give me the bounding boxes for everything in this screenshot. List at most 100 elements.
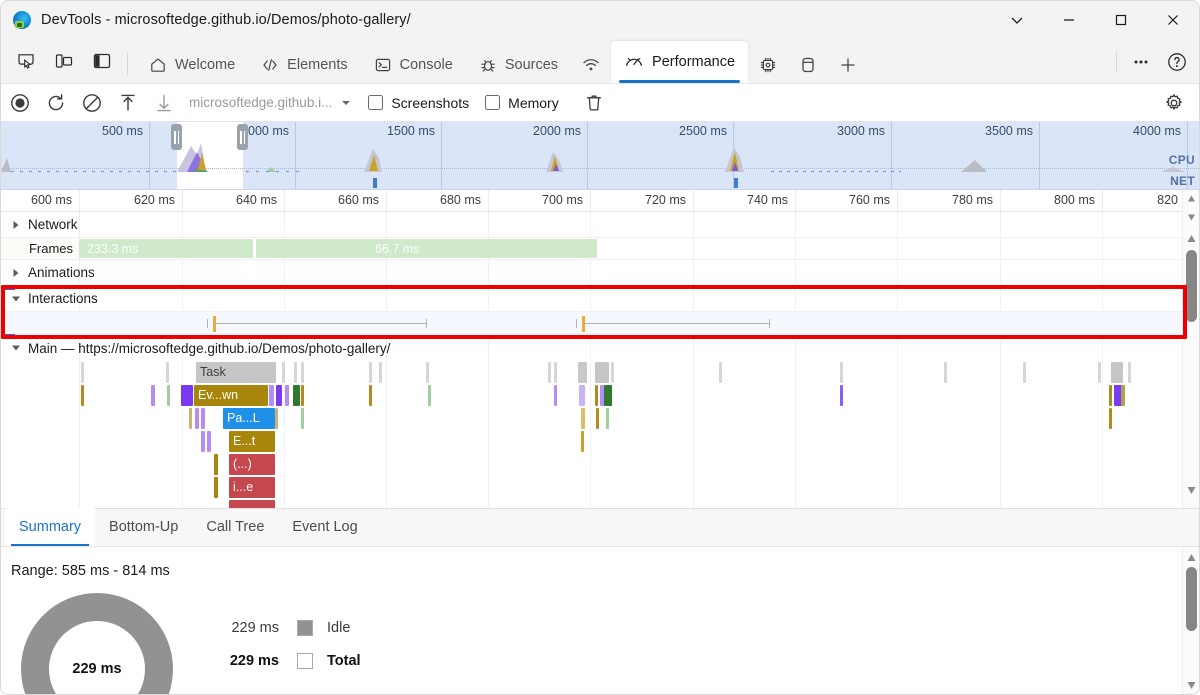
tracks-scrollbar[interactable] [1182,190,1199,508]
flame-bar[interactable] [81,385,84,406]
flame-bar[interactable] [369,385,372,406]
device-toggle-icon[interactable] [45,43,83,79]
tab-welcome[interactable]: Welcome [136,47,248,83]
frame-box[interactable] [256,239,598,258]
scrollbar-thumb[interactable] [1186,250,1197,322]
gear-icon[interactable] [1157,86,1191,120]
flame-bar[interactable] [611,362,614,383]
flame-bar[interactable] [1109,385,1112,406]
tab-elements[interactable]: Elements [248,47,360,83]
flame-bar[interactable] [369,362,372,383]
flame-bar[interactable] [579,385,585,406]
drawer-scroll-up-arrow[interactable] [1183,549,1199,566]
dock-panel-icon[interactable] [83,43,121,79]
timeline-overview[interactable]: 500 ms 1000 ms 1500 ms 2000 ms 2500 ms 3… [1,122,1199,190]
flame-bar[interactable] [254,362,276,383]
flame-bar[interactable] [229,500,275,508]
interaction-duration-bar[interactable] [583,323,769,324]
flame-bar[interactable] [1111,362,1123,383]
maximize-button[interactable] [1095,1,1147,39]
track-header-animations[interactable]: Animations [1,260,1199,286]
flame-bar[interactable] [151,385,155,406]
flame-bar[interactable] [207,431,211,452]
flame-bar[interactable] [581,408,585,429]
legend-row-idle[interactable]: 229 ms Idle [209,611,361,644]
flame-bar[interactable] [195,408,199,429]
upload-arrow-icon[interactable] [111,86,145,120]
overview-window-right-handle[interactable] [237,124,248,150]
flame-bar[interactable] [81,362,84,383]
scroll-up-arrow-2[interactable] [1183,230,1199,247]
interaction-duration-bar[interactable] [214,323,426,324]
interactions-band[interactable] [1,312,1199,336]
scroll-down-arrow-top[interactable] [1183,209,1199,226]
more-window-options-button[interactable] [991,1,1043,39]
tab-application[interactable] [788,47,828,83]
help-question-circle-icon[interactable] [1159,45,1195,79]
minimize-button[interactable] [1043,1,1095,39]
flame-bar[interactable] [1098,362,1101,383]
flame-bar[interactable] [554,385,557,406]
main-flame-chart[interactable]: Task Ev...wn Pa...L E...t (...) i...e [1,360,1199,508]
flame-bar[interactable] [294,362,297,383]
track-header-network[interactable]: Network [1,212,1199,238]
download-arrow-icon[interactable] [147,86,181,120]
scroll-up-arrow[interactable] [1183,190,1199,207]
flame-bar[interactable] [548,362,551,383]
more-tools-ellipsis-icon[interactable] [1123,45,1159,79]
flame-bar[interactable] [596,408,599,429]
flame-bar[interactable] [293,385,300,406]
close-button[interactable] [1147,1,1199,39]
flame-bar[interactable] [1128,362,1131,383]
flame-bar[interactable] [214,477,218,498]
drawer-scrollbar-thumb[interactable] [1186,567,1197,631]
frame-box[interactable]: 233.3 ms [79,239,254,258]
track-header-main[interactable]: Main — https://microsoftedge.github.io/D… [1,336,1199,360]
flame-bar[interactable] [606,408,609,429]
flame-bar[interactable] [719,362,722,383]
flame-bar[interactable] [275,408,278,429]
flame-bar[interactable] [840,385,843,406]
flame-bar[interactable] [554,362,557,383]
tab-sources[interactable]: Sources [466,47,571,83]
flame-bar[interactable] [1109,408,1112,429]
flame-bar-parse[interactable]: Pa...L [223,408,275,429]
flame-bar[interactable] [201,408,205,429]
flame-bar-event[interactable]: Ev...wn [194,385,268,406]
flame-bar[interactable] [840,362,843,383]
flame-bar[interactable] [201,431,205,452]
flame-bar[interactable] [301,408,304,429]
flame-bar[interactable] [426,362,429,383]
flame-bar[interactable] [214,454,218,475]
flame-bar[interactable] [581,431,584,452]
flame-bar-evaluate[interactable]: E...t [229,431,275,452]
record-icon[interactable] [3,86,37,120]
tab-console[interactable]: Console [361,47,466,83]
flame-bar[interactable] [301,385,304,406]
add-tab-plus-icon[interactable] [828,47,868,83]
interaction-start-marker[interactable] [213,316,216,332]
flame-bar-anon[interactable]: (...) [229,454,275,475]
flame-bar[interactable] [604,385,612,406]
timeline-ruler[interactable]: 600 ms 620 ms 640 ms 660 ms 680 ms 700 m… [1,190,1199,212]
screenshots-checkbox[interactable]: Screenshots [368,95,469,111]
scroll-down-arrow[interactable] [1183,482,1199,499]
flame-bar[interactable] [428,385,431,406]
flame-bar[interactable] [276,385,282,406]
flame-bar[interactable] [285,385,289,406]
inspect-cursor-icon[interactable] [7,43,45,79]
reload-record-icon[interactable] [39,86,73,120]
tab-bottom-up[interactable]: Bottom-Up [95,508,192,546]
tab-network[interactable] [571,47,611,83]
flame-bar[interactable] [379,362,382,383]
flame-bar-init[interactable]: i...e [229,477,275,498]
flame-bar[interactable] [181,385,193,406]
clear-no-entry-icon[interactable] [75,86,109,120]
tab-call-tree[interactable]: Call Tree [192,508,278,546]
drawer-scroll-down-arrow[interactable] [1183,677,1199,694]
trash-icon[interactable] [577,86,611,120]
flame-bar[interactable] [269,385,274,406]
flame-bar[interactable] [944,362,947,383]
flame-bar[interactable] [1121,385,1125,406]
flame-bar[interactable] [301,362,304,383]
